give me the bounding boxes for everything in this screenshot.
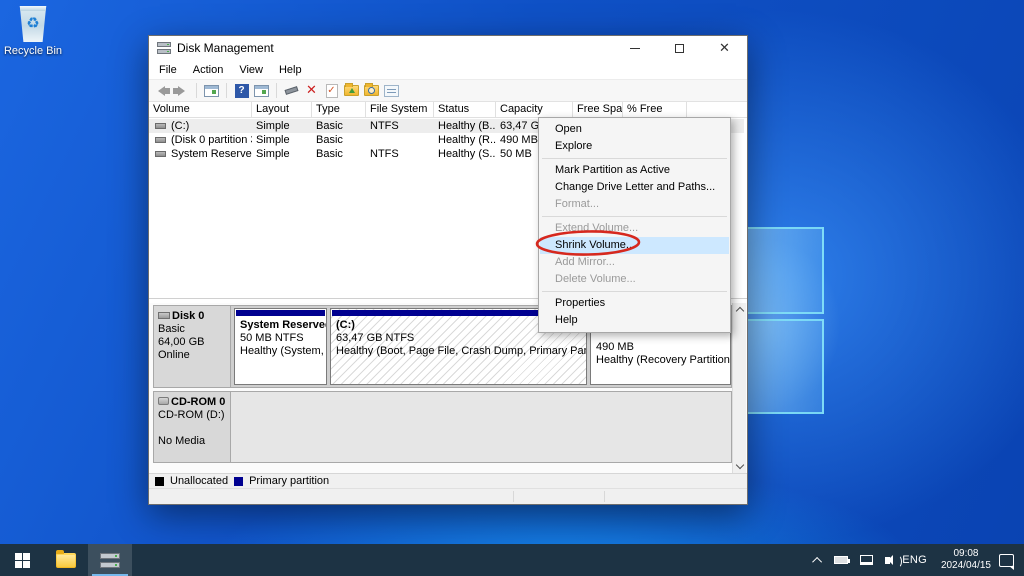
menu-separator <box>542 291 727 292</box>
disk0-label-panel[interactable]: Disk 0 Basic 64,00 GB Online <box>154 306 231 387</box>
col-freespace[interactable]: Free Spa... <box>573 102 623 118</box>
folder-search-icon[interactable] <box>363 83 380 99</box>
unallocated-label: Unallocated <box>170 475 228 487</box>
title-bar[interactable]: Disk Management ✕ <box>149 36 747 60</box>
col-empty <box>687 102 744 118</box>
cdrom-icon <box>158 397 169 405</box>
volume-icon <box>155 151 166 157</box>
desktop-wallpaper: ♻ Recycle Bin Disk Management ✕ File Act… <box>0 0 1024 576</box>
cdrom-row: CD-ROM 0 CD-ROM (D:) No Media <box>153 391 732 463</box>
forward-arrow-icon[interactable] <box>173 83 190 99</box>
minimize-button[interactable] <box>612 36 657 60</box>
col-volume[interactable]: Volume <box>149 102 252 118</box>
clock-date: 2024/04/15 <box>941 560 991 572</box>
vertical-scrollbar[interactable] <box>732 303 746 473</box>
menu-separator <box>542 216 727 217</box>
col-filesystem[interactable]: File System <box>366 102 434 118</box>
status-bar <box>149 488 747 504</box>
delete-icon[interactable]: ✕ <box>303 83 320 99</box>
menu-action[interactable]: Action <box>185 62 232 78</box>
tray-chevron-up-icon[interactable] <box>809 544 828 576</box>
menu-item-explore[interactable]: Explore <box>540 138 729 155</box>
volume-icon <box>155 137 166 143</box>
back-arrow-icon[interactable] <box>153 83 170 99</box>
file-explorer-button[interactable] <box>44 544 88 576</box>
recycle-bin-label: Recycle Bin <box>2 45 64 57</box>
disk-management-app-icon <box>157 42 171 54</box>
menu-item-properties[interactable]: Properties <box>540 295 729 312</box>
taskbar: ENG 09:08 2024/04/15 <box>0 544 1024 576</box>
menu-help[interactable]: Help <box>271 62 310 78</box>
clock[interactable]: 09:08 2024/04/15 <box>933 548 999 572</box>
clock-time: 09:08 <box>941 548 991 560</box>
menu-view[interactable]: View <box>231 62 271 78</box>
folder-up-icon[interactable] <box>343 83 360 99</box>
col-capacity[interactable]: Capacity <box>496 102 573 118</box>
disk-management-taskbar-button[interactable] <box>88 544 132 576</box>
disk-management-icon <box>100 553 120 568</box>
menu-separator <box>542 158 727 159</box>
menu-file[interactable]: File <box>151 62 185 78</box>
menu-item-format: Format... <box>540 196 729 213</box>
console-window-icon[interactable] <box>203 83 220 99</box>
partition-system-reserved[interactable]: System Reserved 50 MB NTFS Healthy (Syst… <box>234 308 327 385</box>
toolbar: ? ✕ ✓ <box>149 79 747 102</box>
disk-icon <box>158 312 170 319</box>
menu-item-help[interactable]: Help <box>540 312 729 329</box>
check-document-icon[interactable]: ✓ <box>323 83 340 99</box>
wallpaper-logo-pane-bottom <box>736 319 824 414</box>
wallpaper-logo-pane-top <box>736 227 824 314</box>
speaker-icon[interactable] <box>879 544 896 576</box>
network-icon[interactable] <box>854 544 879 576</box>
col-type[interactable]: Type <box>312 102 366 118</box>
col-percent-free[interactable]: % Free <box>623 102 687 118</box>
menu-item-open[interactable]: Open <box>540 121 729 138</box>
primary-partition-strip <box>236 310 325 316</box>
cdrom-label-panel[interactable]: CD-ROM 0 CD-ROM (D:) No Media <box>154 392 231 462</box>
legend-bar: Unallocated Primary partition <box>149 473 747 488</box>
col-status[interactable]: Status <box>434 102 496 118</box>
menu-item-mark-partition-active[interactable]: Mark Partition as Active <box>540 162 729 179</box>
window-title: Disk Management <box>177 41 274 55</box>
start-button[interactable] <box>0 544 44 576</box>
screwdriver-icon[interactable] <box>283 83 300 99</box>
file-explorer-icon <box>56 553 76 568</box>
recycle-bin-icon: ♻ <box>18 6 48 42</box>
properties-icon[interactable] <box>383 83 400 99</box>
menu-item-extend-volume: Extend Volume... <box>540 220 729 237</box>
menu-item-shrink-volume[interactable]: Shrink Volume... <box>540 237 729 254</box>
help-icon[interactable]: ? <box>233 83 250 99</box>
scroll-down-icon[interactable] <box>736 461 744 469</box>
volume-icon <box>155 123 166 129</box>
col-layout[interactable]: Layout <box>252 102 312 118</box>
primary-partition-swatch <box>234 477 243 486</box>
menu-item-change-drive-letter[interactable]: Change Drive Letter and Paths... <box>540 179 729 196</box>
menu-item-add-mirror: Add Mirror... <box>540 254 729 271</box>
unallocated-swatch <box>155 477 164 486</box>
menu-item-delete-volume: Delete Volume... <box>540 271 729 288</box>
notification-icon[interactable] <box>999 554 1014 567</box>
windows-logo-icon <box>15 553 30 568</box>
scroll-up-icon[interactable] <box>736 307 744 315</box>
close-button[interactable]: ✕ <box>702 36 747 60</box>
system-tray: ENG 09:08 2024/04/15 <box>809 544 1024 576</box>
maximize-button[interactable] <box>657 36 702 60</box>
recycle-bin-shortcut[interactable]: ♻ Recycle Bin <box>2 6 64 57</box>
action-pane-icon[interactable] <box>253 83 270 99</box>
menu-bar: File Action View Help <box>149 60 747 79</box>
context-menu: Open Explore Mark Partition as Active Ch… <box>538 117 731 333</box>
list-header: Volume Layout Type File System Status Ca… <box>149 102 747 118</box>
battery-icon[interactable] <box>828 544 854 576</box>
primary-partition-label: Primary partition <box>249 475 329 487</box>
